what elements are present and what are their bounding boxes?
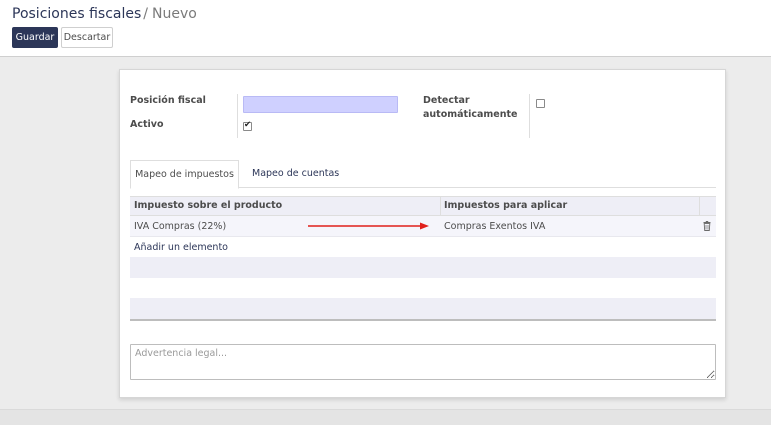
column-header-tax-to-apply[interactable]: Impuestos para aplicar bbox=[444, 200, 567, 211]
breadcrumb-parent-link[interactable]: Posiciones fiscales bbox=[12, 6, 141, 22]
trash-icon[interactable] bbox=[703, 221, 711, 231]
breadcrumb: Posiciones fiscales / Nuevo bbox=[12, 6, 197, 22]
auto-detect-label: Detectar automáticamente bbox=[423, 94, 517, 122]
discard-button[interactable]: Descartar bbox=[61, 27, 113, 48]
empty-row bbox=[130, 257, 716, 278]
field-divider bbox=[529, 94, 530, 138]
column-divider bbox=[699, 197, 700, 216]
breadcrumb-current: Nuevo bbox=[151, 6, 197, 22]
column-divider bbox=[440, 197, 441, 216]
annotation-arrow-icon bbox=[308, 222, 429, 230]
field-divider bbox=[237, 94, 238, 138]
tab-account-mapping[interactable]: Mapeo de cuentas bbox=[242, 160, 349, 189]
tab-tax-mapping[interactable]: Mapeo de impuestos bbox=[130, 160, 239, 189]
product-tax-cell[interactable]: IVA Compras (22%) bbox=[134, 221, 226, 232]
save-button[interactable]: Guardar bbox=[12, 27, 58, 48]
page-bottom-strip bbox=[0, 409, 771, 425]
active-checkbox[interactable] bbox=[243, 120, 252, 131]
auto-detect-label-line2: automáticamente bbox=[423, 109, 518, 120]
form-sheet: Posición fiscal Activo Detectar automáti… bbox=[119, 69, 726, 398]
notebook-tabs: Mapeo de impuestos Mapeo de cuentas bbox=[130, 160, 716, 189]
tax-to-apply-cell[interactable]: Compras Exentos IVA bbox=[444, 221, 545, 232]
control-panel: Posiciones fiscales / Nuevo Guardar Descar… bbox=[0, 0, 771, 57]
empty-row bbox=[130, 298, 716, 319]
add-line-link[interactable]: Añadir un elemento bbox=[134, 242, 228, 253]
breadcrumb-separator: / bbox=[143, 6, 148, 22]
fiscal-position-name-input[interactable] bbox=[243, 96, 398, 113]
column-header-product-tax[interactable]: Impuesto sobre el producto bbox=[134, 200, 282, 211]
legal-note-textarea[interactable] bbox=[130, 344, 716, 380]
active-label: Activo bbox=[130, 119, 164, 130]
auto-detect-label-line1: Detectar bbox=[423, 95, 470, 106]
table-header: Impuesto sobre el producto Impuestos par… bbox=[130, 196, 716, 216]
fiscal-position-label: Posición fiscal bbox=[130, 95, 206, 106]
auto-detect-checkbox[interactable] bbox=[536, 99, 545, 108]
table-row[interactable]: IVA Compras (22%) Compras Exentos IVA bbox=[130, 216, 716, 237]
table-footer-border bbox=[130, 319, 716, 321]
